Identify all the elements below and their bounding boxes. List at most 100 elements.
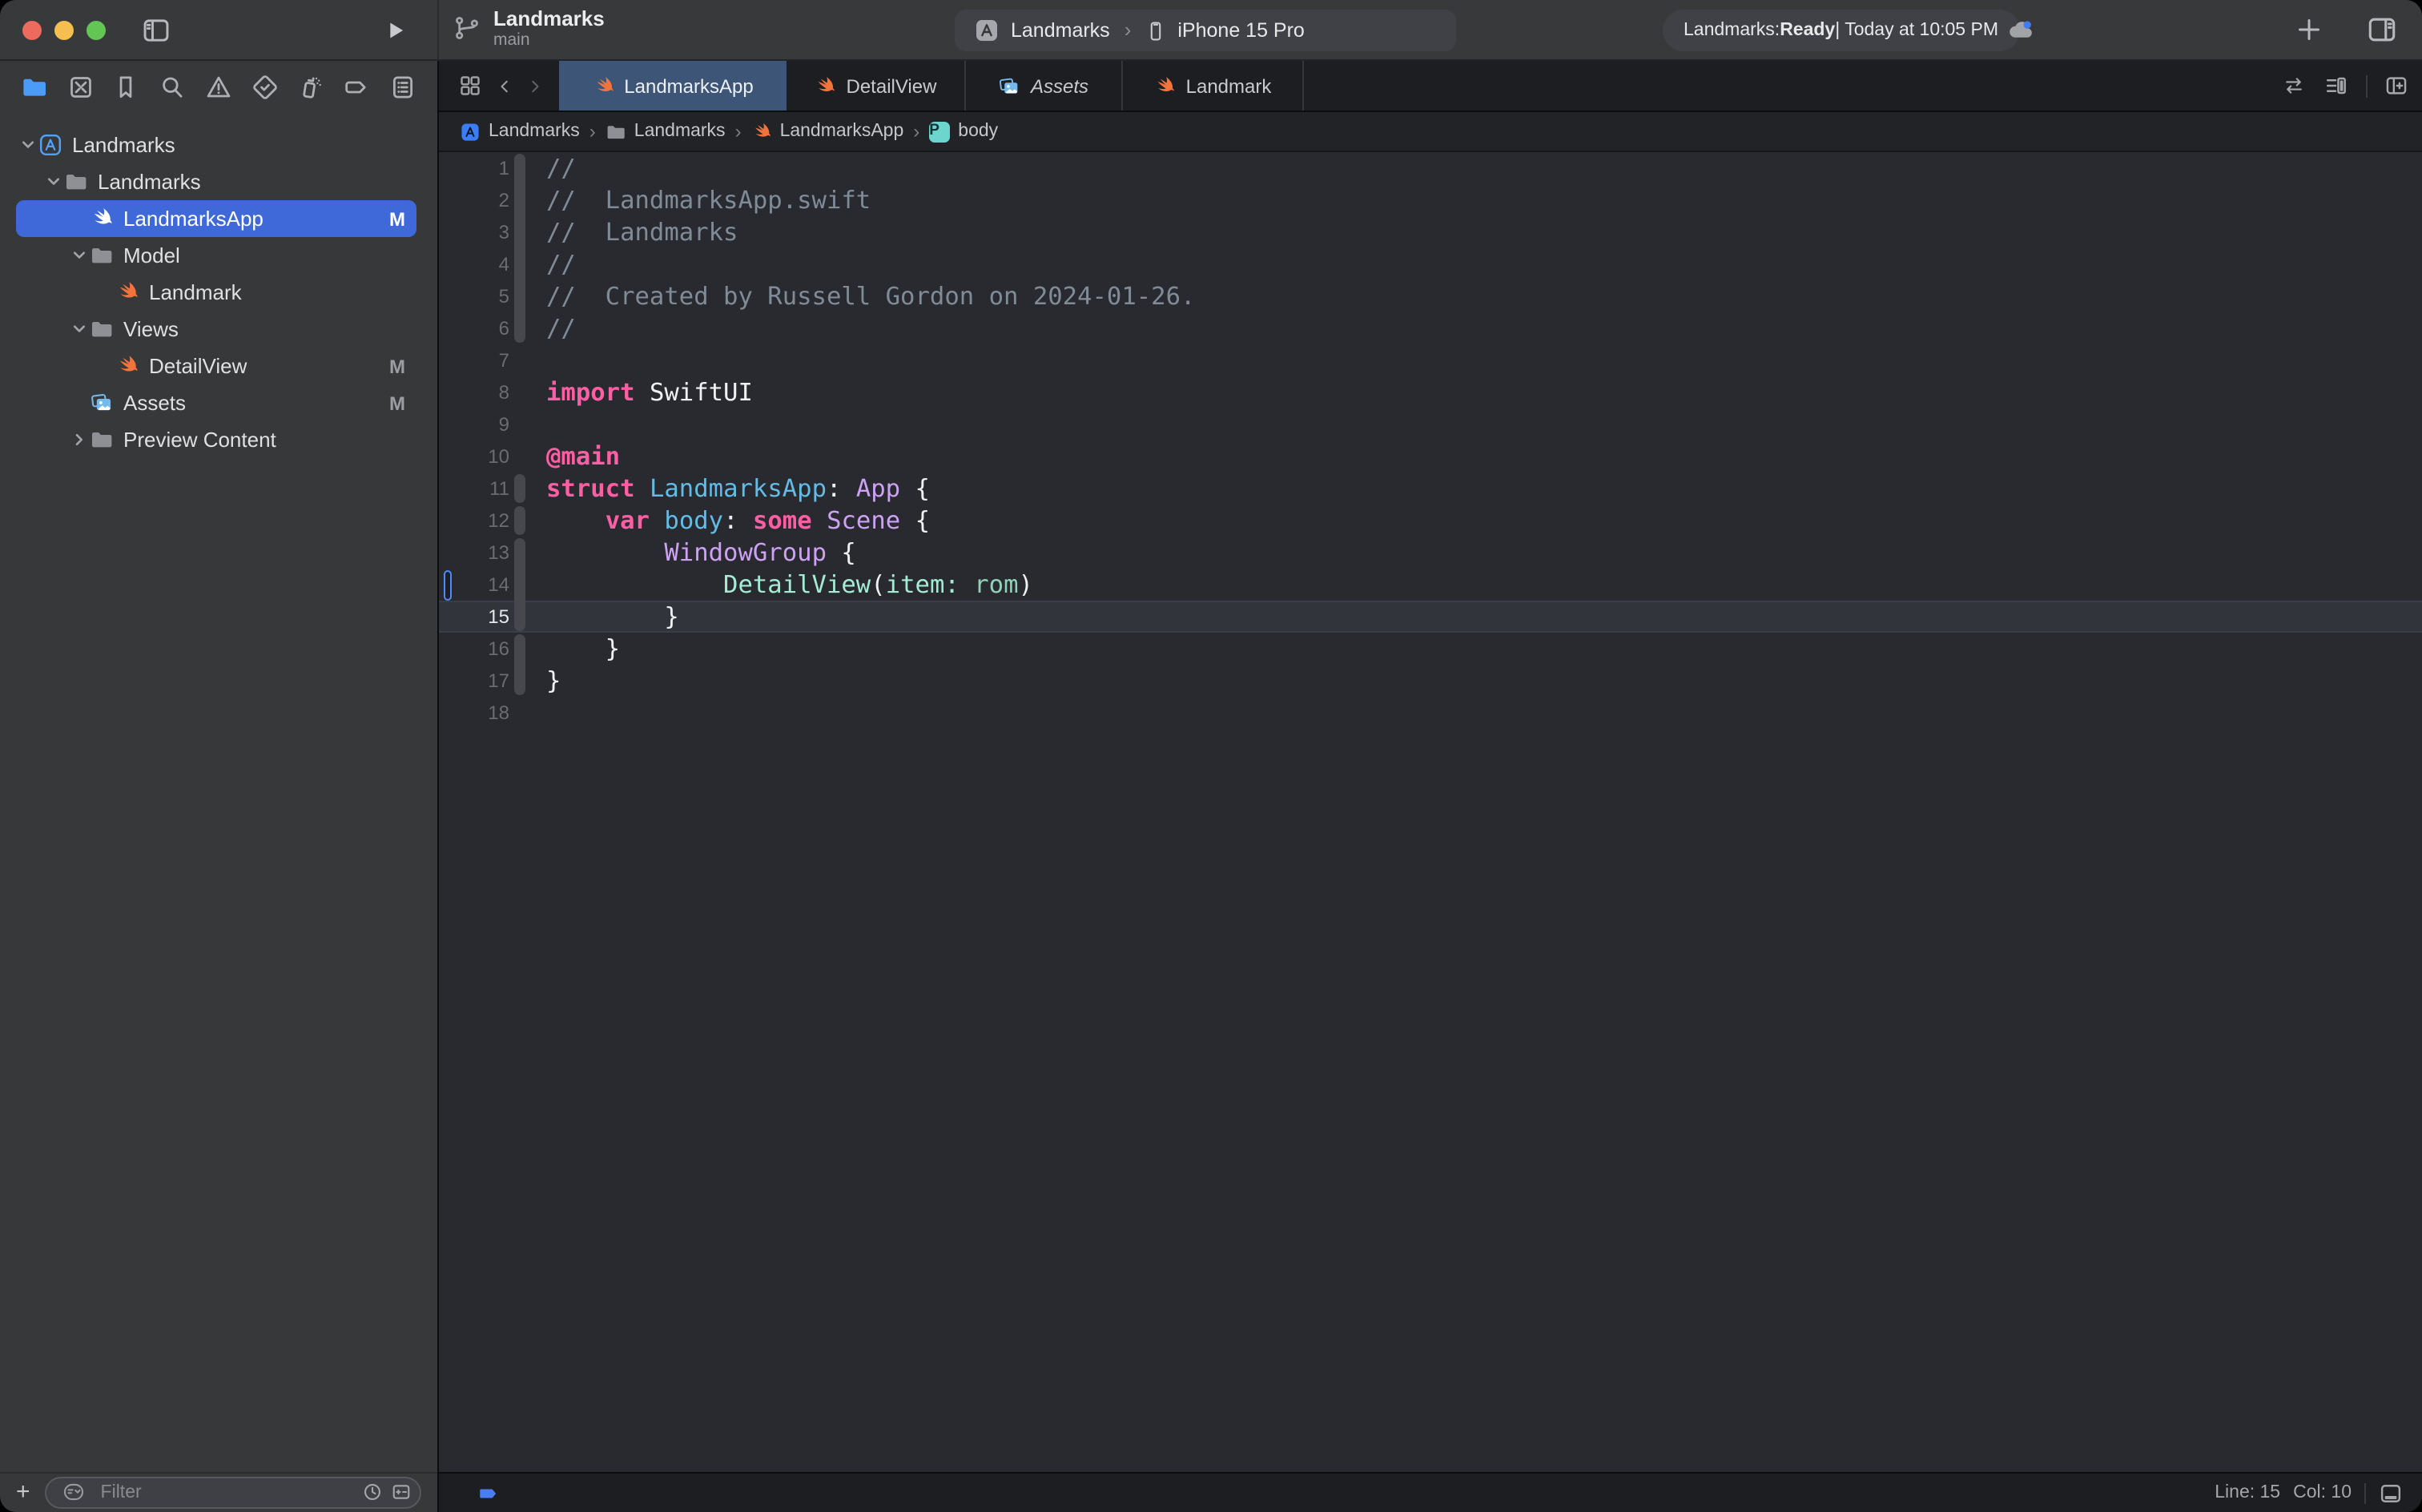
photos-icon — [999, 74, 1021, 97]
toolbar: Landmarks main Landmarks › iPhone 15 Pro… — [0, 0, 2422, 61]
folder-gray-icon — [90, 428, 114, 452]
line-number: 16 — [439, 633, 509, 665]
p-badge-icon: P — [929, 121, 950, 142]
line-number: 2 — [439, 184, 509, 216]
adjust-editor-options-button[interactable] — [2323, 74, 2350, 98]
code-text: } — [546, 633, 620, 665]
code-review-button[interactable] — [2281, 75, 2307, 96]
activity-status[interactable]: Landmarks: Ready | Today at 10:05 PM — [1663, 10, 2019, 51]
source-editor[interactable]: 1 //2// LandmarksApp.swift3// Landmarks4 /… — [439, 152, 2422, 1472]
tree-item-landmark[interactable]: Landmark — [16, 274, 416, 311]
tree-item-label: Preview Content — [123, 428, 276, 452]
navigator-tab-bookmarks[interactable] — [113, 73, 140, 100]
navigator-tab-source-control[interactable] — [66, 73, 94, 100]
navigator-tab-find[interactable] — [159, 73, 186, 100]
folder-gray-icon — [90, 317, 114, 341]
disclosure-chevron — [96, 357, 115, 375]
line-indicator: Line: 15 — [2215, 1483, 2280, 1502]
cloud-status-icon — [2004, 16, 2039, 43]
recent-files-filter-icon[interactable] — [362, 1482, 383, 1503]
editor-tab-detailview[interactable]: DetailView — [787, 61, 966, 111]
disclosure-chevron[interactable] — [70, 247, 90, 264]
code-line: 2// LandmarksApp.swift — [439, 184, 2422, 216]
tree-item-landmarks[interactable]: Landmarks — [16, 163, 416, 200]
tree-item-landmarks[interactable]: Landmarks — [16, 127, 416, 163]
scheme-project[interactable]: Landmarks — [1011, 19, 1110, 42]
minimize-button[interactable] — [54, 21, 74, 40]
filter-field[interactable]: Filter — [45, 1477, 421, 1509]
tree-item-assets[interactable]: AssetsM — [16, 384, 416, 421]
status-state: Ready — [1780, 21, 1835, 40]
navigator-tab-debug[interactable] — [297, 73, 324, 100]
breadcrumb-item-landmarksapp[interactable]: LandmarksApp — [751, 121, 904, 142]
editor-tab-assets[interactable]: Assets — [966, 61, 1123, 111]
window-title: Landmarks — [493, 6, 605, 30]
line-number: 18 — [439, 697, 509, 729]
screen: Landmarks main Landmarks › iPhone 15 Pro… — [0, 0, 2422, 1512]
navigator-tab-tests[interactable] — [251, 73, 278, 100]
add-file-button[interactable]: + — [16, 1481, 30, 1505]
breadcrumb-item-body[interactable]: Pbody — [929, 121, 998, 142]
tree-item-preview-content[interactable]: Preview Content — [16, 421, 416, 458]
library-button[interactable] — [2295, 16, 2323, 43]
code-text: // Created by Russell Gordon on 2024-01-… — [546, 280, 1195, 312]
filter-options-icon[interactable] — [54, 1482, 93, 1503]
toggle-inspector-button[interactable] — [2366, 14, 2398, 45]
disclosure-chevron[interactable] — [19, 136, 38, 154]
line-number: 15 — [439, 601, 509, 633]
disclosure-chevron[interactable] — [45, 173, 64, 191]
go-back-button[interactable] — [497, 74, 513, 97]
line-number: 8 — [439, 376, 509, 408]
editor-tab-landmark[interactable]: Landmark — [1123, 61, 1304, 111]
disclosure-chevron — [70, 210, 90, 227]
tree-item-views[interactable]: Views — [16, 311, 416, 348]
swift-orange-icon — [815, 74, 837, 97]
code-text: WindowGroup { — [546, 537, 856, 569]
folder-gray-icon — [606, 121, 626, 142]
go-forward-button[interactable] — [527, 74, 543, 97]
line-number: 1 — [439, 152, 509, 184]
editor-status-bar: Line: 15 Col: 10 — [439, 1472, 2422, 1512]
tree-item-landmarksapp[interactable]: LandmarksAppM — [16, 200, 416, 237]
source-control-filter-icon[interactable] — [391, 1482, 412, 1503]
navigator-tab-breakpoints[interactable] — [343, 73, 370, 100]
disclosure-chevron[interactable] — [70, 320, 90, 338]
scheme-selector[interactable]: Landmarks › iPhone 15 Pro — [955, 10, 1456, 51]
jump-bar: Landmarks›Landmarks›LandmarksApp›Pbody — [439, 112, 2422, 152]
code-line: 3// Landmarks — [439, 216, 2422, 248]
breadcrumb-separator: › — [589, 120, 596, 143]
navigator-tab-project[interactable] — [21, 73, 48, 100]
code-lines: 1 //2// LandmarksApp.swift3// Landmarks4 /… — [439, 152, 2422, 729]
add-editor-button[interactable] — [2384, 74, 2409, 98]
breadcrumb-item-landmarks[interactable]: Landmarks — [606, 121, 726, 142]
tab-label: DetailView — [847, 74, 937, 97]
tree-item-label: Assets — [123, 391, 186, 415]
toggle-navigator-button[interactable] — [141, 16, 171, 45]
toggle-bottom-bar-button[interactable] — [2379, 1481, 2403, 1505]
code-line: 18 — [439, 697, 2422, 729]
tab-bar-actions — [2281, 61, 2409, 111]
navigator-tab-issues[interactable] — [205, 73, 232, 100]
run-button[interactable] — [384, 18, 407, 43]
navigator-tab-reports[interactable] — [389, 73, 416, 100]
editor-tab-landmarksapp[interactable]: LandmarksApp — [559, 61, 787, 111]
code-text: } — [546, 601, 679, 633]
scheme-device[interactable]: iPhone 15 Pro — [1177, 19, 1304, 42]
code-line: 11struct LandmarksApp: App { — [439, 472, 2422, 505]
zoom-button[interactable] — [86, 21, 106, 40]
line-number: 13 — [439, 537, 509, 569]
tree-item-model[interactable]: Model — [16, 237, 416, 274]
line-number: 4 — [439, 248, 509, 280]
disclosure-chevron[interactable] — [70, 431, 90, 448]
code-line: 10@main — [439, 440, 2422, 472]
close-button[interactable] — [22, 21, 42, 40]
related-items-button[interactable] — [458, 74, 482, 98]
breakpoint-toggle-icon[interactable] — [474, 1482, 503, 1503]
breadcrumb-item-landmarks[interactable]: Landmarks — [460, 121, 580, 142]
code-text: // — [546, 152, 576, 184]
tree-item-detailview[interactable]: DetailViewM — [16, 348, 416, 384]
code-line: 13 WindowGroup { — [439, 537, 2422, 569]
code-line: 1 // — [439, 152, 2422, 184]
photos-icon — [90, 391, 114, 415]
line-number: 14 — [439, 569, 509, 601]
